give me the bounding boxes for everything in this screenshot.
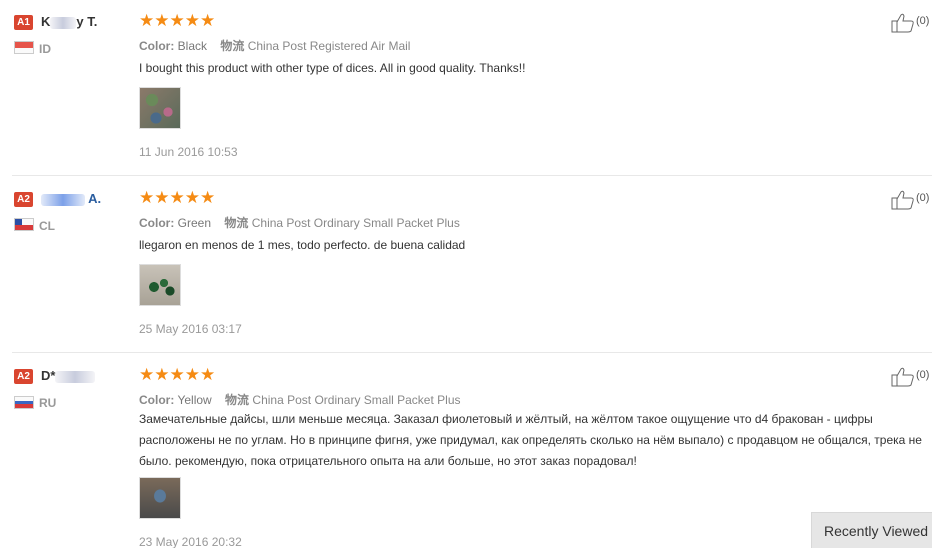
color-label: Color:: [139, 39, 175, 53]
buyer-level-badge: A2: [14, 192, 33, 207]
country-flag-icon: [14, 396, 34, 409]
star-rating: ★★★★★: [139, 365, 216, 384]
review-divider: [12, 175, 932, 176]
order-info: Color: Green 物流 China Post Ordinary Smal…: [139, 214, 460, 231]
shipping-value: China Post Ordinary Small Packet Plus: [251, 216, 460, 230]
country-flag-icon: [14, 218, 34, 231]
color-value: Black: [177, 39, 208, 53]
helpful-count: (0): [916, 15, 930, 27]
buyer-name: D*: [41, 368, 96, 383]
thumbs-up-icon: [891, 190, 914, 210]
review-text: llegaron en menos de 1 mes, todo perfect…: [139, 238, 466, 252]
review-divider: [12, 352, 932, 353]
star-rating: ★★★★★: [139, 11, 216, 30]
shipping-label: 物流: [225, 393, 250, 407]
color-label: Color:: [139, 216, 175, 230]
helpful-button[interactable]: (0): [891, 13, 932, 33]
buyer-level-badge: A1: [14, 15, 33, 30]
helpful-button[interactable]: (0): [891, 367, 932, 387]
helpful-count: (0): [916, 192, 930, 204]
shipping-value: China Post Registered Air Mail: [247, 39, 411, 53]
review-text: I bought this product with other type of…: [139, 61, 526, 75]
buyer-name: Ky T.: [41, 14, 98, 29]
buyer-name: A.: [41, 191, 101, 206]
review-date: 25 May 2016 03:17: [139, 322, 242, 336]
recently-viewed-button[interactable]: Recently Viewed: [811, 512, 932, 548]
thumbs-up-icon: [891, 13, 914, 33]
review-date: 23 May 2016 20:32: [139, 535, 242, 548]
shipping-value: China Post Ordinary Small Packet Plus: [252, 393, 461, 407]
review-date: 11 Jun 2016 10:53: [139, 145, 238, 159]
shipping-label: 物流: [220, 39, 245, 53]
buyer-level-badge: A2: [14, 369, 33, 384]
color-label: Color:: [139, 393, 175, 407]
buyer-country: CL: [39, 219, 55, 233]
review-text: Замечательные дайсы, шли меньше месяца. …: [139, 412, 922, 468]
color-value: Yellow: [177, 393, 212, 407]
shipping-label: 物流: [224, 216, 249, 230]
review-photo-thumbnail[interactable]: [139, 264, 181, 306]
color-value: Green: [177, 216, 212, 230]
review-photo-thumbnail[interactable]: [139, 87, 181, 129]
order-info: Color: Black 物流 China Post Registered Ai…: [139, 37, 410, 54]
buyer-country: RU: [39, 396, 57, 410]
thumbs-up-icon: [891, 367, 914, 387]
helpful-count: (0): [916, 369, 930, 381]
country-flag-icon: [14, 41, 34, 54]
star-rating: ★★★★★: [139, 188, 216, 207]
helpful-button[interactable]: (0): [891, 190, 932, 210]
review-photo-thumbnail[interactable]: [139, 477, 181, 519]
order-info: Color: Yellow 物流 China Post Ordinary Sma…: [139, 391, 461, 408]
buyer-country: ID: [39, 42, 51, 56]
